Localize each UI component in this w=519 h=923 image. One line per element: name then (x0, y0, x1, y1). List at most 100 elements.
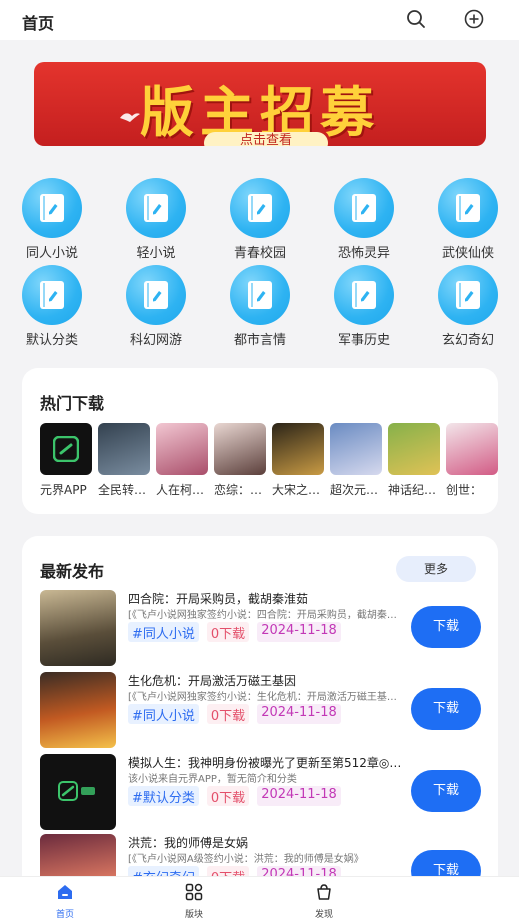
book-list-item[interactable]: 模拟人生：我神明身份被曝光了更新至第512章◎… 该小说来自元界APP，暂无简介和… (40, 754, 481, 832)
category-tag[interactable]: #同人小说 (128, 704, 199, 724)
category-item[interactable]: 武侠仙侠 (428, 178, 508, 261)
download-button[interactable]: 下载 (411, 688, 481, 730)
category-item[interactable]: 青春校园 (220, 178, 300, 261)
nav-discover-label: 发现 (314, 910, 333, 920)
category-tag[interactable]: #默认分类 (128, 786, 199, 806)
latest-release-title: 最新发布 (40, 562, 105, 581)
download-count: 0下载 (206, 622, 250, 642)
category-label: 默认分类 (25, 333, 78, 348)
nav-sections[interactable]: 版块 (164, 883, 224, 920)
book-edit-icon (230, 265, 290, 325)
nav-home[interactable]: 首页 (35, 883, 95, 920)
hot-download-name: 创世： (446, 483, 483, 497)
hot-download-item[interactable]: 神话纪… (388, 423, 440, 498)
category-label: 玄幻奇幻 (441, 333, 494, 348)
category-item[interactable]: 恐怖灵异 (324, 178, 404, 261)
hot-download-item[interactable]: 人在柯… (156, 423, 208, 498)
hot-downloads-card: 热门下载 元界APP 全民转… 人在柯… 恋综：… 大宋之… 超次元… 神话纪… 创世： (22, 368, 498, 514)
book-cover-image (40, 590, 116, 666)
book-list-item[interactable]: 生化危机：开局激活万磁王基因 [《飞卢小说网独家签约小说：生化危机：开局激活万磁王… (40, 672, 481, 750)
promo-banner[interactable]: 版主招募 点击查看 (34, 62, 486, 146)
book-edit-icon (230, 178, 290, 238)
download-button[interactable]: 下载 (411, 606, 481, 648)
book-edit-icon (438, 178, 498, 238)
book-description: 该小说来自元界APP，暂无简介和分类 (128, 774, 297, 785)
book-edit-icon (334, 178, 394, 238)
category-item[interactable]: 同人小说 (12, 178, 92, 261)
nav-home-label: 首页 (55, 910, 74, 920)
book-description: [《飞卢小说网独家签约小说：生化危机：开局激活万磁王基因》 (128, 692, 402, 703)
app-logo-icon (40, 754, 116, 830)
book-description: [《飞卢小说网独家签约小说：四合院：开局采购员，截胡秦淮茹》 (128, 610, 402, 621)
category-label: 同人小说 (25, 246, 78, 261)
home-icon (58, 885, 72, 899)
book-cover-image (156, 423, 208, 475)
app-logo-icon (40, 423, 92, 475)
download-count: 0下载 (206, 704, 250, 724)
hot-download-name: 元界APP (40, 483, 87, 497)
category-label: 武侠仙侠 (441, 246, 494, 261)
book-cover-image (98, 423, 150, 475)
hot-download-name: 人在柯… (156, 483, 205, 497)
category-label: 青春校园 (233, 246, 286, 261)
plus-circle-icon[interactable] (463, 8, 485, 30)
book-cover-image (272, 423, 324, 475)
hot-download-item[interactable]: 全民转… (98, 423, 150, 498)
hot-download-name: 超次元… (330, 483, 379, 497)
grid-icon (185, 883, 203, 901)
top-bar: 首页 (0, 0, 519, 40)
hot-downloads-title: 热门下载 (40, 394, 105, 413)
hot-download-item[interactable]: 超次元… (330, 423, 382, 498)
book-cover-image (330, 423, 382, 475)
hot-download-item[interactable]: 元界APP (40, 423, 92, 498)
category-item[interactable]: 军事历史 (324, 265, 404, 348)
latest-release-card: 最新发布 更多 四合院：开局采购员，截胡秦淮茹 [《飞卢小说网独家签约小说：四合院… (22, 536, 498, 923)
search-icon[interactable] (405, 8, 427, 30)
banner-view-button[interactable]: 点击查看 (204, 132, 328, 146)
category-label: 都市言情 (233, 333, 286, 348)
nav-sections-label: 版块 (184, 910, 203, 920)
book-edit-icon (22, 265, 82, 325)
book-cover-image (388, 423, 440, 475)
book-edit-icon (126, 178, 186, 238)
category-label: 科幻网游 (129, 333, 182, 348)
dove-icon (120, 113, 140, 122)
book-edit-icon (334, 265, 394, 325)
hot-download-name: 大宋之… (272, 483, 321, 497)
publish-date: 2024-11-18 (257, 786, 341, 806)
category-item[interactable]: 玄幻奇幻 (428, 265, 508, 348)
publish-date: 2024-11-18 (257, 704, 341, 724)
book-title: 生化危机：开局激活万磁王基因 (128, 674, 297, 688)
book-cover-image (446, 423, 498, 475)
hot-download-name: 神话纪… (388, 483, 437, 497)
hot-download-item[interactable]: 创世： (446, 423, 498, 498)
book-edit-icon (126, 265, 186, 325)
book-edit-icon (438, 265, 498, 325)
category-item[interactable]: 都市言情 (220, 265, 300, 348)
category-label: 恐怖灵异 (337, 246, 390, 261)
download-button[interactable]: 下载 (411, 770, 481, 812)
discover-icon (317, 884, 331, 900)
more-button[interactable]: 更多 (396, 556, 476, 582)
hot-download-item[interactable]: 恋综：… (214, 423, 266, 498)
book-title: 四合院：开局采购员，截胡秦淮茹 (128, 592, 309, 606)
category-item[interactable]: 科幻网游 (116, 265, 196, 348)
category-label: 军事历史 (337, 333, 390, 348)
page-title: 首页 (22, 14, 55, 33)
book-description: [《飞卢小说网A级签约小说：洪荒：我的师傅是女娲》 (128, 854, 364, 865)
publish-date: 2024-11-18 (257, 622, 341, 642)
book-cover-image (40, 672, 116, 748)
book-title: 洪荒：我的师傅是女娲 (128, 836, 249, 850)
category-item[interactable]: 默认分类 (12, 265, 92, 348)
category-tag[interactable]: #同人小说 (128, 622, 199, 642)
category-label: 轻小说 (136, 246, 176, 261)
book-title: 模拟人生：我神明身份被曝光了更新至第512章◎… (128, 756, 402, 770)
download-count: 0下载 (206, 786, 250, 806)
nav-discover[interactable]: 发现 (294, 883, 354, 920)
hot-download-item[interactable]: 大宋之… (272, 423, 324, 498)
book-list-item[interactable]: 四合院：开局采购员，截胡秦淮茹 [《飞卢小说网独家签约小说：四合院：开局采购员，截… (40, 590, 481, 668)
hot-download-name: 恋综：… (214, 483, 263, 497)
bottom-nav: 首页 版块 发现 (0, 876, 519, 923)
book-edit-icon (22, 178, 82, 238)
category-item[interactable]: 轻小说 (116, 178, 196, 261)
